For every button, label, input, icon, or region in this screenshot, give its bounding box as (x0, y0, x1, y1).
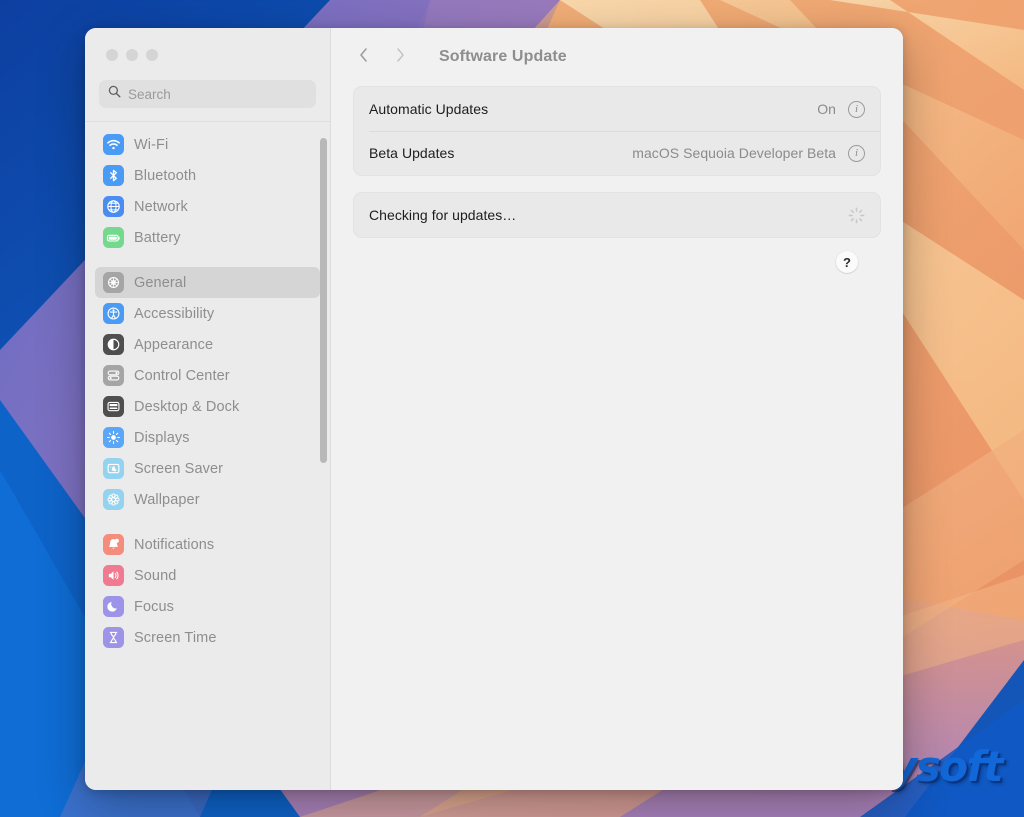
info-icon[interactable]: i (848, 144, 865, 162)
hourglass-icon (103, 627, 124, 648)
row-automatic-updates[interactable]: Automatic Updates On i (354, 87, 880, 131)
bell-icon (103, 534, 124, 555)
row-right (848, 207, 865, 224)
zoom-button[interactable] (146, 49, 158, 61)
wallpaper-icon (103, 489, 124, 510)
chevron-left-icon (358, 47, 369, 68)
settings-panel: Automatic Updates On i Beta Updates macO… (331, 86, 903, 273)
wifi-icon (103, 134, 124, 155)
screen-saver-icon (103, 458, 124, 479)
sidebar-item-desktop-and-dock[interactable]: Desktop & Dock (95, 391, 320, 422)
loading-spinner (848, 207, 865, 224)
sidebar-item-label: Appearance (134, 336, 214, 353)
help-row: ? (353, 238, 881, 273)
battery-icon (103, 227, 124, 248)
sidebar-item-label: Accessibility (134, 305, 215, 322)
globe-icon (103, 196, 124, 217)
update-status-card: Checking for updates… (353, 192, 881, 238)
toolbar: Software Update (331, 28, 903, 86)
row-value: macOS Sequoia Developer Beta (632, 145, 836, 161)
sidebar-item-label: Sound (134, 567, 177, 584)
row-label: Beta Updates (369, 145, 455, 161)
sidebar-item-accessibility[interactable]: Accessibility (95, 298, 320, 329)
update-settings-card: Automatic Updates On i Beta Updates macO… (353, 86, 881, 176)
info-icon[interactable]: i (848, 100, 865, 118)
sidebar-group-system: General Accessibility Appearance Control… (95, 267, 320, 529)
sidebar-item-network[interactable]: Network (95, 191, 320, 222)
sidebar-item-battery[interactable]: Battery (95, 222, 320, 253)
minimize-button[interactable] (126, 49, 138, 61)
sidebar-item-label: Bluetooth (134, 167, 197, 184)
sidebar-item-label: Network (134, 198, 188, 215)
help-button[interactable]: ? (836, 251, 858, 273)
control-center-icon (103, 365, 124, 386)
desktop-dock-icon (103, 396, 124, 417)
sidebar-item-focus[interactable]: Focus (95, 591, 320, 622)
moon-icon (103, 596, 124, 617)
sidebar: Search Wi-Fi Bluetooth Network Battery G… (85, 28, 331, 790)
sidebar-item-label: Wi-Fi (134, 136, 169, 153)
sidebar-item-screen-time[interactable]: Screen Time (95, 622, 320, 653)
sidebar-item-bluetooth[interactable]: Bluetooth (95, 160, 320, 191)
sidebar-item-label: Displays (134, 429, 190, 446)
page-title: Software Update (439, 48, 567, 65)
sidebar-item-screen-saver[interactable]: Screen Saver (95, 453, 320, 484)
sidebar-group-alerts: Notifications Sound Focus Screen Time (95, 529, 320, 667)
sidebar-item-label: Wallpaper (134, 491, 200, 508)
row-right: On i (817, 100, 865, 118)
row-label: Automatic Updates (369, 101, 489, 117)
sidebar-scrollbar[interactable] (320, 130, 327, 784)
status-text: Checking for updates… (369, 207, 517, 223)
sidebar-item-wi-fi[interactable]: Wi-Fi (95, 129, 320, 160)
row-right: macOS Sequoia Developer Beta i (632, 144, 865, 162)
sidebar-item-wallpaper[interactable]: Wallpaper (95, 484, 320, 515)
sidebar-item-sound[interactable]: Sound (95, 560, 320, 591)
sidebar-item-label: Battery (134, 229, 181, 246)
sidebar-item-label: Control Center (134, 367, 230, 384)
sidebar-group-network: Wi-Fi Bluetooth Network Battery (95, 129, 320, 267)
row-checking-for-updates: Checking for updates… (354, 193, 880, 237)
bluetooth-icon (103, 165, 124, 186)
search-input[interactable]: Search (99, 80, 316, 108)
appearance-icon (103, 334, 124, 355)
content-pane: Software Update Automatic Updates On i B… (331, 28, 903, 790)
close-button[interactable] (106, 49, 118, 61)
sidebar-item-label: Screen Time (134, 629, 217, 646)
chevron-right-icon (395, 47, 406, 68)
sidebar-item-label: Screen Saver (134, 460, 224, 477)
sidebar-item-control-center[interactable]: Control Center (95, 360, 320, 391)
sidebar-item-label: Desktop & Dock (134, 398, 240, 415)
system-settings-window: Search Wi-Fi Bluetooth Network Battery G… (85, 28, 903, 790)
sidebar-scroll-area[interactable]: Wi-Fi Bluetooth Network Battery General … (85, 122, 330, 790)
accessibility-icon (103, 303, 124, 324)
sidebar-item-label: Focus (134, 598, 174, 615)
sidebar-scrollbar-thumb[interactable] (320, 138, 327, 463)
search-container: Search (85, 76, 330, 108)
sidebar-item-displays[interactable]: Displays (95, 422, 320, 453)
back-button[interactable] (352, 46, 374, 68)
gear-icon (103, 272, 124, 293)
sidebar-item-label: Notifications (134, 536, 215, 553)
forward-button[interactable] (389, 46, 411, 68)
row-value: On (817, 101, 836, 117)
row-beta-updates[interactable]: Beta Updates macOS Sequoia Developer Bet… (354, 131, 880, 175)
traffic-lights (85, 28, 330, 76)
sidebar-item-general[interactable]: General (95, 267, 320, 298)
displays-icon (103, 427, 124, 448)
speaker-icon (103, 565, 124, 586)
search-placeholder: Search (128, 86, 171, 102)
sidebar-item-label: General (134, 274, 187, 291)
search-icon (108, 85, 121, 103)
sidebar-item-notifications[interactable]: Notifications (95, 529, 320, 560)
sidebar-item-appearance[interactable]: Appearance (95, 329, 320, 360)
